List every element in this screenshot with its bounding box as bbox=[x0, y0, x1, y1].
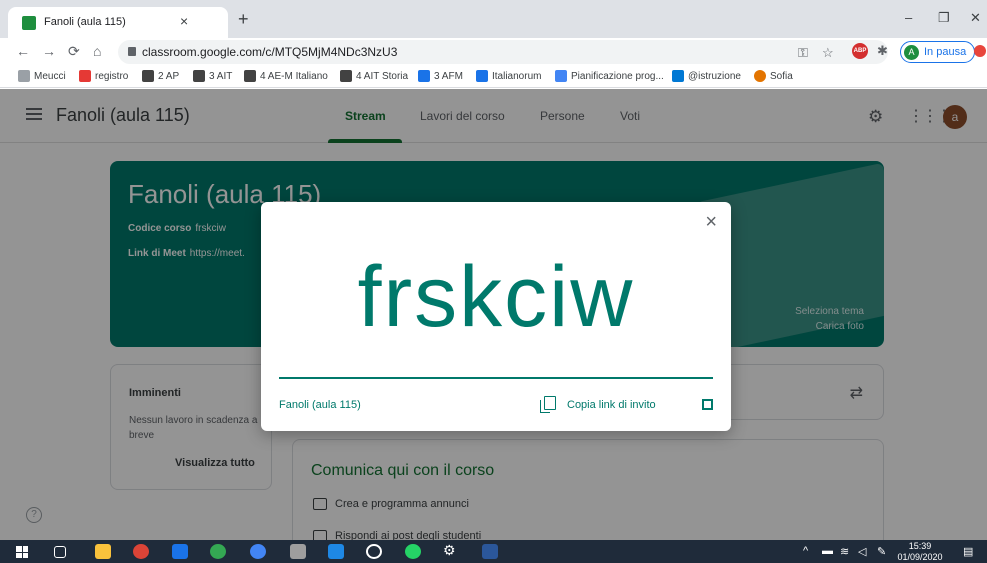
bookmark-meucci[interactable]: Meucci bbox=[18, 70, 66, 82]
class-code-modal: × frskciw Fanoli (aula 115) Copia link d… bbox=[261, 202, 731, 431]
sheet-icon bbox=[476, 70, 488, 82]
registro-icon bbox=[79, 70, 91, 82]
bookmark-italianorum[interactable]: Italianorum bbox=[476, 70, 541, 82]
address-bar-row: ← → ⟳ ⌂ classroom.google.com/c/MTQ5MjM4N… bbox=[0, 38, 987, 66]
class-code-large: frskciw bbox=[357, 249, 635, 345]
adblock-extension-icon[interactable]: ABP bbox=[852, 43, 868, 59]
omnibox[interactable]: classroom.google.com/c/MTQ5MjM4NDc3NzU3 … bbox=[118, 40, 888, 64]
new-tab-button[interactable]: + bbox=[238, 10, 249, 28]
drive-icon[interactable] bbox=[250, 544, 266, 559]
word-icon[interactable] bbox=[482, 544, 498, 559]
classroom-icon bbox=[244, 70, 256, 82]
bookmark-4ait-storia[interactable]: 4 AIT Storia bbox=[340, 70, 408, 82]
task-view-icon[interactable] bbox=[54, 546, 66, 558]
url-text[interactable]: classroom.google.com/c/MTQ5MjM4NDc3NzU3 bbox=[142, 45, 397, 59]
wifi-icon[interactable]: ≋ bbox=[840, 545, 849, 558]
back-arrow-icon[interactable]: ← bbox=[16, 43, 30, 59]
bookmark-3afm[interactable]: 3 AFM bbox=[418, 70, 463, 82]
bookmark-3ait[interactable]: 3 AIT bbox=[193, 70, 232, 82]
clock-time: 15:39 bbox=[908, 541, 932, 551]
classroom-favicon-icon bbox=[22, 16, 36, 30]
chevron-up-icon[interactable]: ^ bbox=[803, 545, 808, 557]
whatsapp-icon[interactable] bbox=[405, 544, 421, 559]
doc-icon bbox=[555, 70, 567, 82]
profile-avatar: A bbox=[904, 44, 919, 60]
forward-arrow-icon[interactable]: → bbox=[42, 43, 56, 59]
sheet-icon bbox=[418, 70, 430, 82]
chrome-icon[interactable] bbox=[133, 544, 149, 559]
cloud-app-icon[interactable] bbox=[210, 544, 226, 559]
bookmark-pianificazione[interactable]: Pianificazione prog... bbox=[555, 70, 664, 82]
tab-title: Fanoli (aula 115) bbox=[44, 16, 126, 28]
bookmarks-bar: Meucci registro 2 AP 3 AIT 4 AE-M Italia… bbox=[0, 66, 987, 88]
extensions-puzzle-icon[interactable]: ✱ bbox=[877, 43, 888, 59]
browser-tab-strip: Fanoli (aula 115) × + – ❐ ✕ bbox=[0, 0, 987, 38]
classroom-icon bbox=[142, 70, 154, 82]
reload-icon[interactable]: ⟳ bbox=[68, 43, 80, 60]
file-explorer-icon[interactable] bbox=[95, 544, 111, 559]
skype-icon[interactable] bbox=[328, 544, 344, 559]
pen-icon[interactable]: ✎ bbox=[877, 545, 886, 558]
bookmark-4aem-italiano[interactable]: 4 AE-M Italiano bbox=[244, 70, 328, 82]
bookmark-registro[interactable]: registro bbox=[79, 70, 128, 82]
profile-paused-button[interactable]: A In pausa bbox=[900, 41, 976, 63]
app-icon[interactable] bbox=[172, 544, 188, 559]
profile-status-label: In pausa bbox=[924, 46, 967, 58]
star-icon[interactable]: ☆ bbox=[822, 45, 834, 61]
meucci-icon bbox=[18, 70, 30, 82]
browser-menu-icon[interactable] bbox=[974, 45, 986, 57]
home-icon[interactable]: ⌂ bbox=[93, 43, 101, 59]
battery-icon[interactable]: ▬ bbox=[822, 545, 833, 557]
circle-app-icon[interactable] bbox=[366, 544, 382, 559]
copy-invite-link-button[interactable]: Copia link di invito bbox=[567, 399, 656, 411]
outlook-icon bbox=[672, 70, 684, 82]
close-icon[interactable]: × bbox=[705, 212, 717, 232]
maximize-button[interactable]: ❐ bbox=[938, 10, 950, 26]
windows-taskbar: ⚙ ^ ▬ ≋ ◁ ✎ 15:39 01/09/2020 ▤ bbox=[0, 540, 987, 563]
bookmark-sofia[interactable]: Sofia bbox=[754, 70, 793, 82]
tab-close-button[interactable]: × bbox=[180, 13, 188, 29]
key-icon[interactable]: ⚿ bbox=[798, 45, 808, 61]
classroom-icon bbox=[340, 70, 352, 82]
settings-gear-icon[interactable]: ⚙ bbox=[443, 542, 459, 558]
modal-class-name: Fanoli (aula 115) bbox=[279, 399, 361, 411]
classroom-icon bbox=[193, 70, 205, 82]
bookmark-istruzione[interactable]: @istruzione bbox=[672, 70, 741, 82]
browser-tab[interactable]: Fanoli (aula 115) × bbox=[8, 7, 228, 38]
copy-icon[interactable] bbox=[540, 396, 556, 413]
volume-icon[interactable]: ◁ bbox=[858, 545, 866, 558]
lock-icon bbox=[128, 47, 136, 56]
close-window-button[interactable]: ✕ bbox=[970, 10, 981, 26]
modal-divider bbox=[279, 377, 713, 379]
system-clock[interactable]: 15:39 01/09/2020 bbox=[896, 541, 944, 563]
windows-start-icon[interactable] bbox=[16, 546, 28, 558]
clapper-icon[interactable] bbox=[290, 544, 306, 559]
bookmark-2ap[interactable]: 2 AP bbox=[142, 70, 179, 82]
minimize-button[interactable]: – bbox=[905, 10, 912, 25]
clock-date: 01/09/2020 bbox=[897, 552, 943, 562]
sofia-icon bbox=[754, 70, 766, 82]
notifications-icon[interactable]: ▤ bbox=[963, 545, 973, 558]
fullscreen-icon[interactable] bbox=[702, 399, 713, 410]
